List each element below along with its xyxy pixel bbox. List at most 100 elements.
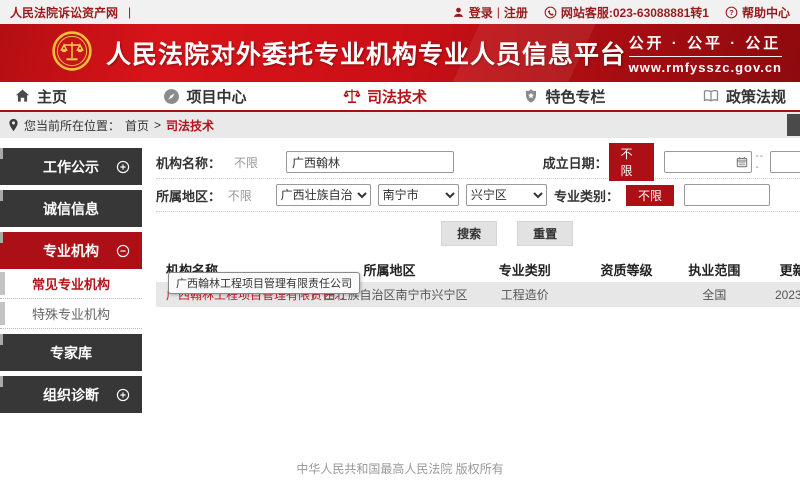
col-header-qualification: 资质等级 — [577, 260, 675, 279]
nav-item-featured[interactable]: 特色专栏 — [523, 86, 605, 107]
question-icon: ? — [725, 6, 738, 19]
sidebar-item-label: 诚信信息 — [43, 199, 99, 219]
slogan-text: 公开 · 公平 · 公正 — [629, 32, 782, 57]
sidebar-subitem-common-orgs[interactable]: 常见专业机构 — [0, 269, 142, 299]
region-label: 所属地区： — [156, 186, 228, 205]
sidebar-item-label: 专家库 — [50, 343, 92, 363]
nav-item-judicial-tech[interactable]: 司法技术 — [343, 86, 427, 107]
platform-title: 人民法院对外委托专业机构专业人员信息平台 — [106, 35, 626, 71]
site-url: www.rmfysszc.gov.cn — [629, 60, 782, 75]
nav-label: 项目中心 — [186, 86, 246, 107]
col-header-scope: 执业范围 — [676, 260, 753, 279]
calendar-icon[interactable] — [736, 156, 748, 168]
sidebar-item-integrity-info[interactable]: 诚信信息 — [0, 190, 142, 227]
breadcrumb-current: 司法技术 — [166, 117, 214, 134]
svg-text:?: ? — [729, 8, 734, 17]
sidebar-subitem-special-orgs[interactable]: 特殊专业机构 — [0, 299, 142, 329]
home-icon — [14, 88, 31, 104]
founded-date-label: 成立日期： — [543, 153, 609, 172]
date-end-input[interactable] — [770, 151, 800, 173]
search-button[interactable]: 搜索 — [441, 221, 497, 246]
location-pin-icon — [8, 118, 19, 132]
page: 人民法院诉讼资产网 | 登录 | 注册 网站客服:023-63088881转1 … — [0, 0, 800, 484]
sidebar-item-label: 工作公示 — [43, 157, 99, 177]
sidebar-subitem-label: 常见专业机构 — [32, 274, 110, 293]
help-link[interactable]: 帮助中心 — [742, 4, 790, 21]
auth-group: 登录 | 注册 — [452, 4, 528, 21]
expand-circle-icon — [116, 160, 130, 174]
district-select[interactable]: 兴宁区 — [466, 184, 547, 206]
portal-site-link[interactable]: 人民法院诉讼资产网 — [10, 4, 118, 21]
topbar: 人民法院诉讼资产网 | 登录 | 注册 网站客服:023-63088881转1 … — [0, 0, 800, 24]
book-icon — [702, 88, 720, 104]
nav-item-home[interactable]: 主页 — [14, 86, 67, 107]
auth-divider: | — [497, 5, 500, 19]
cell-scope: 全国 — [676, 286, 753, 303]
form-actions: 搜索 重置 — [156, 221, 800, 246]
date-start-field — [664, 151, 752, 173]
content-panel: 机构名称： 不限 成立日期： 不限 --- — [142, 138, 800, 452]
sidebar-submenu: 常见专业机构 特殊专业机构 — [0, 269, 142, 329]
copyright-text: 中华人民共和国最高人民法院 版权所有 — [296, 460, 503, 477]
scales-icon — [343, 87, 361, 105]
collapse-circle-icon — [116, 244, 130, 258]
category-input[interactable] — [684, 184, 770, 206]
org-name-input[interactable] — [286, 151, 454, 173]
cell-updated: 2023-06-21 — [753, 288, 800, 302]
breadcrumb-home[interactable]: 首页 — [125, 117, 149, 134]
badge-star-icon — [523, 88, 539, 105]
nav-label: 主页 — [37, 86, 67, 107]
cell-category: 工程造价 — [472, 286, 577, 303]
sidebar-item-work-publicity[interactable]: 工作公示 — [0, 148, 142, 185]
category-any-option[interactable]: 不限 — [626, 185, 674, 206]
main-area: 工作公示 诚信信息 专业机构 常见专业机构 特殊专业机构 — [0, 138, 800, 452]
nav-item-policies[interactable]: 政策法规 — [702, 86, 786, 107]
sidebar-item-professional-orgs[interactable]: 专业机构 — [0, 232, 142, 269]
main-nav: 主页 项目中心 司法技术 — [0, 82, 800, 112]
breadcrumb-prefix: 您当前所在位置： — [24, 117, 120, 134]
form-row-name-date: 机构名称： 不限 成立日期： 不限 --- — [156, 146, 800, 179]
topbar-divider: | — [128, 5, 131, 19]
date-range-separator: --- — [755, 151, 767, 173]
founded-any-option[interactable]: 不限 — [609, 143, 655, 181]
nav-label: 司法技术 — [367, 86, 427, 107]
form-row-region-category: 所属地区： 不限 广西壮族自治 南宁市 兴宁区 专业类别： 不限 — [156, 179, 800, 212]
slogan-box: 公开 · 公平 · 公正 www.rmfysszc.gov.cn — [629, 32, 782, 75]
city-select[interactable]: 南宁市 — [378, 184, 459, 206]
sidebar-item-label: 专业机构 — [43, 241, 99, 261]
sidebar-item-org-diagnosis[interactable]: 组织诊断 — [0, 376, 142, 413]
help-group: ? 帮助中心 — [725, 4, 790, 21]
hotline-text: 网站客服:023-63088881转1 — [561, 4, 709, 21]
expand-circle-icon — [116, 388, 130, 402]
col-header-category: 专业类别 — [472, 260, 577, 279]
phone-icon — [544, 6, 557, 19]
province-select[interactable]: 广西壮族自治 — [276, 184, 371, 206]
reset-button[interactable]: 重置 — [517, 221, 573, 246]
region-any-option[interactable]: 不限 — [228, 187, 276, 204]
sidebar-item-expert-library[interactable]: 专家库 — [0, 334, 142, 371]
breadcrumb-separator: > — [154, 118, 161, 132]
breadcrumb: 您当前所在位置： 首页 > 司法技术 — [0, 112, 800, 138]
login-link[interactable]: 登录 — [469, 4, 493, 21]
banner: 人民法院对外委托专业机构专业人员信息平台 公开 · 公平 · 公正 www.rm… — [0, 24, 800, 82]
org-name-tooltip: 广西翰林工程项目管理有限责任公司 — [168, 272, 360, 294]
breadcrumb-right-marker — [787, 114, 800, 136]
nav-item-project-center[interactable]: 项目中心 — [163, 86, 246, 107]
category-label: 专业类别： — [554, 186, 626, 205]
user-icon — [452, 6, 465, 19]
register-link[interactable]: 注册 — [504, 4, 528, 21]
sidebar-item-label: 组织诊断 — [43, 385, 99, 405]
topbar-left: 人民法院诉讼资产网 | — [10, 4, 131, 21]
footer: 中华人民共和国最高人民法院 版权所有 — [0, 452, 800, 482]
project-center-icon — [163, 88, 180, 105]
sidebar: 工作公示 诚信信息 专业机构 常见专业机构 特殊专业机构 — [0, 138, 142, 452]
date-end-field — [770, 151, 800, 173]
org-name-any-option[interactable]: 不限 — [234, 154, 286, 171]
org-name-label: 机构名称： — [156, 153, 234, 172]
nav-label: 政策法规 — [726, 86, 786, 107]
hotline-group: 网站客服:023-63088881转1 — [544, 4, 709, 21]
col-header-updated: 更新日期 — [753, 260, 800, 279]
topbar-right: 登录 | 注册 网站客服:023-63088881转1 ? 帮助中心 — [452, 4, 790, 21]
sidebar-subitem-label: 特殊专业机构 — [32, 304, 110, 323]
court-emblem-logo — [52, 31, 92, 76]
